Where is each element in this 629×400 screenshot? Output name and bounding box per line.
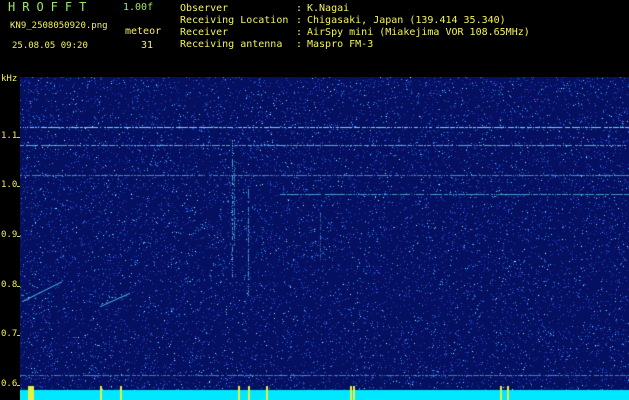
y-tick-label: 0.9 (1, 230, 18, 240)
y-axis: 1.1 1.0 0.9 0.8 0.7 0.6 (0, 0, 21, 400)
meteor-label: meteor (125, 26, 162, 37)
location-label: Receiving Location (180, 15, 289, 26)
observer-separator: : (296, 3, 303, 14)
receiver-value: AirSpy mini (Miakejima VOR 108.65MHz) (307, 27, 530, 38)
file-name: KN9_2508050920.png (10, 21, 108, 31)
meteor-count: 31 (141, 40, 154, 51)
receiver-label: Receiver (180, 27, 229, 38)
y-tick-label: 1.0 (1, 180, 18, 191)
y-tick-label: 0.6 (1, 379, 18, 390)
y-tick-label: 1.1 (1, 130, 18, 141)
observer-value: K.Nagai (307, 3, 350, 14)
app-title: HROFFT (8, 0, 94, 14)
receiver-separator: : (296, 27, 303, 38)
timestamp: 25.08.05 09:20 (12, 41, 88, 51)
spectrogram-canvas (20, 77, 629, 400)
location-separator: : (296, 15, 303, 26)
antenna-separator: : (296, 39, 303, 50)
app-version: 1.00f (123, 2, 154, 13)
y-tick-label: 0.8 (1, 279, 18, 290)
y-tick-label: 0.7 (1, 329, 18, 340)
antenna-value: Maspro FM-3 (307, 39, 374, 50)
observer-label: Observer (180, 3, 229, 14)
location-value: Chigasaki, Japan (139.414 35.340) (307, 15, 506, 26)
antenna-label: Receiving antenna (180, 39, 283, 50)
